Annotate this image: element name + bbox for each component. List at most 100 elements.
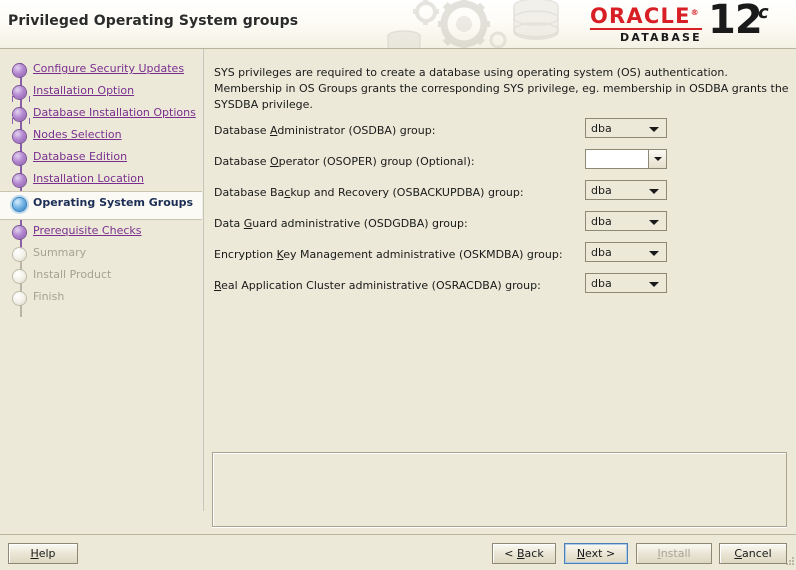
group-select-value: dba bbox=[591, 122, 612, 135]
field-label: Real Application Cluster administrative … bbox=[214, 279, 541, 292]
field-label: Database Administrator (OSDBA) group: bbox=[214, 124, 435, 137]
step-navigation-sidebar: Configure Security Updates Installation O… bbox=[0, 49, 202, 511]
chevron-down-icon bbox=[649, 251, 659, 256]
chevron-down-icon bbox=[654, 157, 662, 161]
os-groups-form: Database Administrator (OSDBA) group: dba… bbox=[214, 118, 789, 304]
group-select[interactable]: dba bbox=[585, 118, 667, 138]
help-label-after: elp bbox=[39, 547, 56, 560]
field-label: Database Operator (OSOPER) group (Option… bbox=[214, 155, 475, 168]
page-title: Privileged Operating System groups bbox=[8, 13, 298, 29]
group-select-value: dba bbox=[591, 215, 612, 228]
field-label-after: eal Application Cluster administrative (… bbox=[221, 279, 541, 292]
group-select-value: dba bbox=[591, 184, 612, 197]
registered-mark: ® bbox=[691, 8, 700, 17]
sidebar-step-label[interactable]: Database Edition bbox=[33, 150, 127, 163]
form-row: Database Backup and Recovery (OSBACKUPDB… bbox=[214, 180, 789, 211]
next-mnemonic: N bbox=[577, 547, 585, 560]
sidebar-step-label[interactable]: Installation Option bbox=[33, 84, 134, 97]
installer-window: Privileged Operating System groups bbox=[0, 0, 796, 570]
back-label-before: < bbox=[504, 547, 517, 560]
gears-database-watermark-icon bbox=[386, 0, 586, 48]
sidebar-step-label[interactable]: Configure Security Updates bbox=[33, 62, 184, 75]
field-label-after: ey Management administrative (OSKMDBA) g… bbox=[283, 248, 562, 261]
field-label-after: dministrator (OSDBA) group: bbox=[277, 124, 435, 137]
back-label-after: ack bbox=[525, 547, 544, 560]
field-label-before: Database bbox=[214, 124, 270, 137]
back-button[interactable]: < Back bbox=[492, 543, 556, 564]
group-select[interactable] bbox=[585, 149, 667, 169]
header-bar: Privileged Operating System groups bbox=[0, 0, 796, 48]
help-button[interactable]: Help bbox=[8, 543, 78, 564]
sidebar-step-label[interactable]: Database Installation Options bbox=[33, 106, 196, 119]
footer-bar: Help < Back Next > Install Cancel bbox=[0, 534, 796, 570]
field-label-before: Encryption bbox=[214, 248, 277, 261]
step-bullet-icon bbox=[13, 198, 26, 211]
chevron-down-icon bbox=[649, 220, 659, 225]
step-bullet-icon bbox=[13, 270, 26, 283]
back-mnemonic: B bbox=[517, 547, 525, 560]
sidebar-step-11: Finish bbox=[0, 285, 202, 312]
chevron-down-icon bbox=[649, 189, 659, 194]
group-select[interactable]: dba bbox=[585, 211, 667, 231]
description-text: SYS privileges are required to create a … bbox=[214, 65, 789, 113]
field-label-after: uard administrative (OSDGDBA) group: bbox=[252, 217, 467, 230]
step-bullet-icon bbox=[13, 226, 26, 239]
group-text-input[interactable] bbox=[585, 149, 649, 169]
sidebar-step-7[interactable]: Operating System Groups bbox=[0, 191, 202, 218]
help-mnemonic: H bbox=[30, 547, 38, 560]
field-label-before: Data bbox=[214, 217, 244, 230]
field-label: Data Guard administrative (OSDGDBA) grou… bbox=[214, 217, 468, 230]
chevron-down-icon bbox=[649, 127, 659, 132]
sidebar-steps-list: Configure Security Updates Installation O… bbox=[0, 49, 202, 511]
message-panel bbox=[212, 452, 787, 527]
sidebar-step-label[interactable]: Installation Location bbox=[33, 172, 144, 185]
sidebar-step-label[interactable]: Operating System Groups bbox=[33, 196, 193, 209]
field-label-after: kup and Recovery (OSBACKUPDBA) group: bbox=[290, 186, 523, 199]
oracle-underline bbox=[590, 28, 702, 30]
cancel-mnemonic: C bbox=[734, 547, 742, 560]
cancel-button[interactable]: Cancel bbox=[719, 543, 787, 564]
sidebar-step-label[interactable]: Nodes Selection bbox=[33, 128, 122, 141]
form-row: Encryption Key Management administrative… bbox=[214, 242, 789, 273]
form-row: Database Administrator (OSDBA) group: dba bbox=[214, 118, 789, 149]
dropdown-toggle-button[interactable] bbox=[648, 149, 667, 169]
field-label: Encryption Key Management administrative… bbox=[214, 248, 563, 261]
form-row: Database Operator (OSOPER) group (Option… bbox=[214, 149, 789, 180]
group-select[interactable]: dba bbox=[585, 273, 667, 293]
footer-divider bbox=[0, 534, 796, 535]
group-select-value: dba bbox=[591, 277, 612, 290]
step-bullet-icon bbox=[13, 108, 26, 121]
field-label-before: Database bbox=[214, 155, 270, 168]
group-select[interactable]: dba bbox=[585, 242, 667, 262]
sidebar-step-label: Install Product bbox=[33, 268, 111, 281]
install-label-after: nstall bbox=[661, 547, 691, 560]
sidebar-step-6[interactable]: Installation Location bbox=[0, 167, 202, 194]
group-select[interactable]: dba bbox=[585, 180, 667, 200]
form-row: Real Application Cluster administrative … bbox=[214, 273, 789, 304]
database-wordmark: DATABASE bbox=[620, 31, 702, 44]
oracle-logo: ORACLE® DATABASE 12 c bbox=[590, 2, 786, 46]
field-label-after: perator (OSOPER) group (Optional): bbox=[279, 155, 475, 168]
step-bullet-icon bbox=[13, 86, 26, 99]
field-label-mnemonic: O bbox=[270, 155, 279, 168]
version-number: 12 bbox=[708, 0, 762, 42]
field-label-before: Database Ba bbox=[214, 186, 284, 199]
oracle-wordmark: ORACLE® bbox=[590, 4, 700, 28]
sidebar-step-label: Summary bbox=[33, 246, 86, 259]
step-bullet-icon bbox=[13, 248, 26, 261]
resize-grip-icon[interactable] bbox=[781, 555, 795, 569]
field-label: Database Backup and Recovery (OSBACKUPDB… bbox=[214, 186, 524, 199]
next-button[interactable]: Next > bbox=[564, 543, 628, 564]
body-area: Configure Security Updates Installation O… bbox=[0, 48, 796, 534]
install-button: Install bbox=[636, 543, 712, 564]
step-bullet-icon bbox=[13, 292, 26, 305]
version-suffix: c bbox=[758, 2, 769, 23]
cancel-label-after: ancel bbox=[742, 547, 772, 560]
panel-divider bbox=[202, 49, 204, 511]
next-label-after: ext > bbox=[585, 547, 615, 560]
step-bullet-icon bbox=[13, 174, 26, 187]
content-panel: SYS privileges are required to create a … bbox=[205, 49, 796, 511]
sidebar-step-label[interactable]: Prerequisite Checks bbox=[33, 224, 141, 237]
form-row: Data Guard administrative (OSDGDBA) grou… bbox=[214, 211, 789, 242]
chevron-down-icon bbox=[649, 282, 659, 287]
